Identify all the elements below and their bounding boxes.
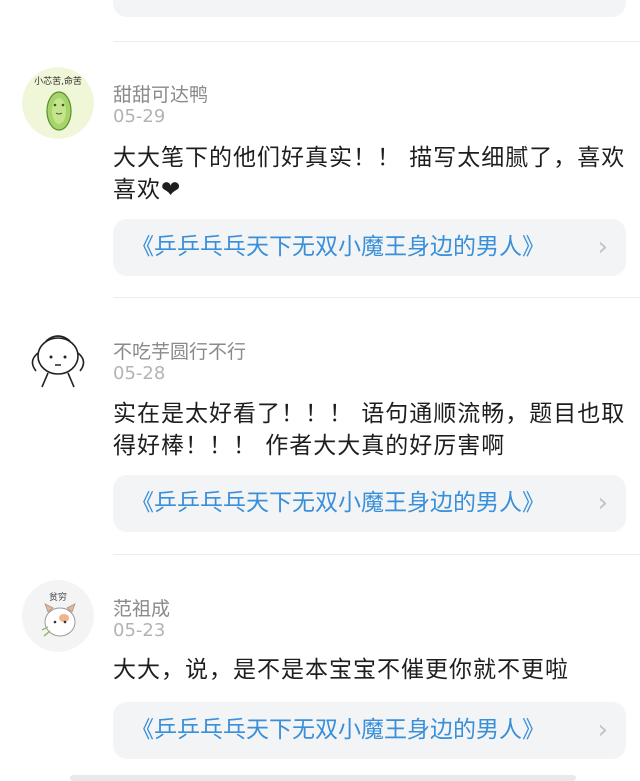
book-link-label: 《乒乒乓乓天下无双小魔王身边的男人》 xyxy=(127,0,559,2)
cucumber-icon: 小芯苦,命苦 xyxy=(22,67,94,139)
book-link[interactable]: 《乒乒乓乓天下无双小魔王身边的男人》 › xyxy=(113,219,626,276)
avatar[interactable]: 小芯苦,命苦 xyxy=(22,67,94,139)
username[interactable]: 范祖成 xyxy=(113,594,170,621)
divider xyxy=(113,297,640,298)
book-link[interactable]: 《乒乒乓乓天下无双小魔王身边的男人》 › xyxy=(113,475,626,532)
divider xyxy=(113,554,640,555)
chevron-right-icon: › xyxy=(597,715,608,745)
avatar[interactable] xyxy=(22,323,94,395)
book-link-label: 《乒乒乓乓天下无双小魔王身边的男人》 xyxy=(131,490,545,516)
svg-text:小芯苦,命苦: 小芯苦,命苦 xyxy=(34,75,82,87)
divider xyxy=(113,41,640,42)
comment-text: 实在是太好看了！！！ 语句通顺流畅，题目也取得好棒！！！ 作者大大真的好厉害啊 xyxy=(113,401,626,459)
book-link[interactable]: 《乒乒乓乓天下无双小魔王身边的男人》 xyxy=(113,0,626,17)
doodle-face-icon xyxy=(22,323,94,395)
cat-sticker-icon: 贫穷 xyxy=(22,580,94,652)
book-link-label: 《乒乒乓乓天下无双小魔王身边的男人》 xyxy=(131,234,545,260)
avatar[interactable]: 贫穷 xyxy=(22,580,94,652)
book-link-label: 《乒乒乓乓天下无双小魔王身边的男人》 xyxy=(131,717,545,743)
bottom-edge xyxy=(70,775,576,781)
book-link[interactable]: 《乒乒乓乓天下无双小魔王身边的男人》 › xyxy=(113,702,626,759)
chevron-right-icon: › xyxy=(597,232,608,262)
username[interactable]: 不吃芋圆行不行 xyxy=(113,337,246,364)
svg-text:贫穷: 贫穷 xyxy=(49,591,67,603)
comment-date: 05-23 xyxy=(113,620,166,641)
comment-text: 大大，说，是不是本宝宝不催更你就不更啦 xyxy=(113,657,569,683)
comment-date: 05-29 xyxy=(113,106,166,127)
chevron-right-icon: › xyxy=(597,488,608,518)
comment-text: 大大笔下的他们好真实！！ 描写太细腻了，喜欢喜欢❤ xyxy=(113,145,626,203)
username[interactable]: 甜甜可达鸭 xyxy=(113,80,208,107)
comment-date: 05-28 xyxy=(113,363,166,384)
